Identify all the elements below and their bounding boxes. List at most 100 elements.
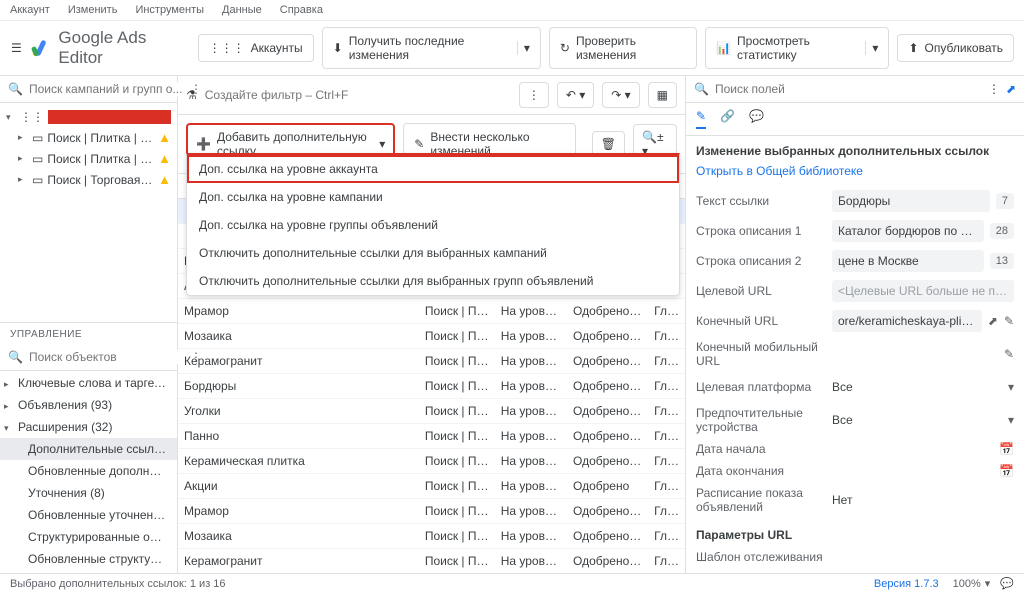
- campaign-item[interactable]: ▸▭Поиск | Торговая компа...▲: [0, 169, 177, 190]
- object-item[interactable]: ▸Ключевые слова и таргетин... ▲: [0, 371, 177, 394]
- field-value[interactable]: [832, 445, 993, 453]
- object-item[interactable]: Обновленные уточнения (0): [0, 504, 177, 526]
- field-value[interactable]: [832, 350, 998, 358]
- calendar-icon[interactable]: 📅: [999, 442, 1014, 456]
- filter-input[interactable]: [205, 88, 511, 102]
- object-search[interactable]: 🔍 ⋮: [0, 344, 177, 371]
- right-panel: 🔍 ⋮ ⬈ ✎ 🔗 💬 Изменение выбранных дополнит…: [686, 76, 1024, 581]
- accounts-button[interactable]: ⋮⋮⋮Аккаунты: [198, 34, 314, 62]
- menu-Инструменты[interactable]: Инструменты: [135, 4, 204, 16]
- filter-more-button[interactable]: ⋮: [519, 82, 549, 108]
- dropdown-item[interactable]: Отключить дополнительные ссылки для выбр…: [187, 267, 679, 295]
- hamburger-icon[interactable]: ☰: [10, 41, 23, 55]
- undo-button[interactable]: ↶ ▾: [557, 82, 594, 108]
- campaign-item[interactable]: ▸▭Поиск | Плитка | Размер...▲: [0, 148, 177, 169]
- filter-icon[interactable]: ⚗: [186, 88, 197, 102]
- tab-edit[interactable]: ✎: [696, 109, 706, 129]
- field-search-input[interactable]: [715, 82, 982, 96]
- field-value[interactable]: [832, 467, 993, 475]
- chevron-down-icon[interactable]: ▾: [1008, 380, 1014, 394]
- more-icon[interactable]: ⋮: [988, 82, 1000, 96]
- pencil-icon[interactable]: ✎: [1004, 347, 1014, 361]
- table-row[interactable]: ПанноПоиск | Плитк...На уровне ка...Одоб…: [178, 424, 685, 449]
- campaign-item[interactable]: ▸▭Поиск | Плитка | Динам...▲: [0, 127, 177, 148]
- field-value[interactable]: Все: [832, 376, 1002, 398]
- field-value[interactable]: Бордюры: [832, 190, 990, 212]
- selection-status: Выбрано дополнительных ссылок: 1 из 16: [10, 578, 226, 590]
- app-title: Google Ads Editor: [58, 28, 181, 68]
- field-row: Расписание показа объявленийНет: [696, 482, 1014, 518]
- table-row[interactable]: КерамогранитПоиск | Плитк...На уровне ка…: [178, 549, 685, 574]
- field-row: Конечный мобильный URL✎: [696, 336, 1014, 372]
- version-link[interactable]: Версия 1.7.3: [874, 578, 939, 590]
- publish-button[interactable]: ⬆Опубликовать: [897, 34, 1014, 62]
- add-dropdown: Доп. ссылка на уровне аккаунтаДоп. ссылк…: [186, 153, 680, 296]
- edit-tabs: ✎ 🔗 💬: [686, 103, 1024, 136]
- field-value[interactable]: <Целевые URL больше не подде...: [832, 280, 1014, 302]
- calendar-icon[interactable]: 📅: [999, 464, 1014, 478]
- object-item[interactable]: ▾Расширения (32): [0, 416, 177, 438]
- campaign-search[interactable]: 🔍 ⋮: [0, 76, 177, 103]
- dropdown-item[interactable]: Отключить дополнительные ссылки для выбр…: [187, 239, 679, 267]
- menu-Изменить[interactable]: Изменить: [68, 4, 118, 16]
- campaign-tree: ▾⋮⋮ ▸▭Поиск | Плитка | Динам...▲▸▭Поиск …: [0, 103, 177, 322]
- field-value[interactable]: Каталог бордюров по выгодной: [832, 220, 984, 242]
- management-label: УПРАВЛЕНИЕ: [0, 322, 177, 344]
- table-row[interactable]: МозаикаПоиск | Плитк...На уровне ка...Од…: [178, 324, 685, 349]
- field-search[interactable]: 🔍 ⋮ ⬈: [686, 76, 1024, 103]
- main-panel: ⚗ ⋮ ↶ ▾ ↷ ▾ ▦ ➕Добавить дополнительную с…: [178, 76, 686, 581]
- table-row[interactable]: МраморПоиск | Плитк...На уровне ка...Одо…: [178, 499, 685, 524]
- field-value[interactable]: цене в Москве: [832, 250, 984, 272]
- zoom-dropdown-icon[interactable]: ▾: [985, 577, 991, 590]
- object-item[interactable]: Обновленные дополнительн...: [0, 460, 177, 482]
- object-item[interactable]: ▸Объявления (93): [0, 394, 177, 416]
- chevron-down-icon[interactable]: ▾: [1008, 413, 1014, 427]
- field-row: Конечный URLore/keramicheskaya-plitka/bo…: [696, 306, 1014, 336]
- columns-button[interactable]: ▦: [648, 82, 677, 108]
- open-icon[interactable]: ⬈: [988, 314, 998, 328]
- table-row[interactable]: БордюрыПоиск | Плитк...На уровне ка...Од…: [178, 374, 685, 399]
- url-params-heading: Параметры URL: [696, 528, 1014, 542]
- topbar: ☰ Google Ads Editor ⋮⋮⋮Аккаунты ⬇Получит…: [0, 21, 1024, 76]
- object-item[interactable]: Структурированные описан...: [0, 526, 177, 548]
- field-value[interactable]: Нет: [832, 489, 1014, 511]
- search-icon: 🔍: [8, 350, 23, 364]
- dropdown-item[interactable]: Доп. ссылка на уровне аккаунта: [187, 155, 679, 183]
- field-row: Целевая платформаВсе▾: [696, 372, 1014, 402]
- dropdown-item[interactable]: Доп. ссылка на уровне группы объявлений: [187, 211, 679, 239]
- campaign-search-input[interactable]: [29, 82, 184, 96]
- view-stats-button[interactable]: 📊Просмотреть статистику▾: [705, 27, 889, 69]
- menu-Данные[interactable]: Данные: [222, 4, 262, 16]
- zoom-level[interactable]: 100%: [953, 578, 981, 590]
- table-row[interactable]: Керамическая плиткаПоиск | Плитк...На ур…: [178, 449, 685, 474]
- table-row[interactable]: УголкиПоиск | Плитк...На уровне ка...Одо…: [178, 399, 685, 424]
- account-root[interactable]: ▾⋮⋮: [0, 107, 177, 127]
- menu-Справка[interactable]: Справка: [280, 4, 323, 16]
- pencil-icon[interactable]: ✎: [1004, 314, 1014, 328]
- field-value[interactable]: [832, 553, 1014, 561]
- field-value[interactable]: ore/keramicheskaya-plitka/bordyury: [832, 310, 982, 332]
- object-item[interactable]: Обновленные структурирова...: [0, 548, 177, 570]
- open-library-link[interactable]: Открыть в Общей библиотеке: [696, 164, 1014, 178]
- menu-Аккаунт[interactable]: Аккаунт: [10, 4, 50, 16]
- left-sidebar: 🔍 ⋮ ▾⋮⋮ ▸▭Поиск | Плитка | Динам...▲▸▭По…: [0, 76, 178, 581]
- object-item[interactable]: Дополнительные ссылки ... ⬈: [0, 438, 177, 460]
- field-value[interactable]: Все: [832, 409, 1002, 431]
- feedback-icon[interactable]: 💬: [1000, 577, 1014, 590]
- get-changes-button[interactable]: ⬇Получить последние изменения▾: [322, 27, 541, 69]
- object-search-input[interactable]: [29, 350, 184, 364]
- table-row[interactable]: МраморПоиск | Плитк...На уровне ка...Одо…: [178, 299, 685, 324]
- redo-button[interactable]: ↷ ▾: [602, 82, 639, 108]
- check-changes-button[interactable]: ↻Проверить изменения: [549, 27, 697, 69]
- popout-icon[interactable]: ⬈: [1006, 82, 1016, 96]
- table-row[interactable]: МозаикаПоиск | Плитк...На уровне ка...Од…: [178, 524, 685, 549]
- table-row[interactable]: АкцииПоиск | Плитк...На уровне ка...Одоб…: [178, 474, 685, 499]
- dropdown-item[interactable]: Доп. ссылка на уровне кампании: [187, 183, 679, 211]
- field-row: Целевой URL<Целевые URL больше не подде.…: [696, 276, 1014, 306]
- tab-comment[interactable]: 💬: [749, 109, 764, 129]
- search-icon: 🔍: [8, 82, 23, 96]
- tab-link[interactable]: 🔗: [720, 109, 735, 129]
- table-row[interactable]: КерамогранитПоиск | Плитк...На уровне ка…: [178, 349, 685, 374]
- field-row: Дата начала📅: [696, 438, 1014, 460]
- object-item[interactable]: Уточнения (8): [0, 482, 177, 504]
